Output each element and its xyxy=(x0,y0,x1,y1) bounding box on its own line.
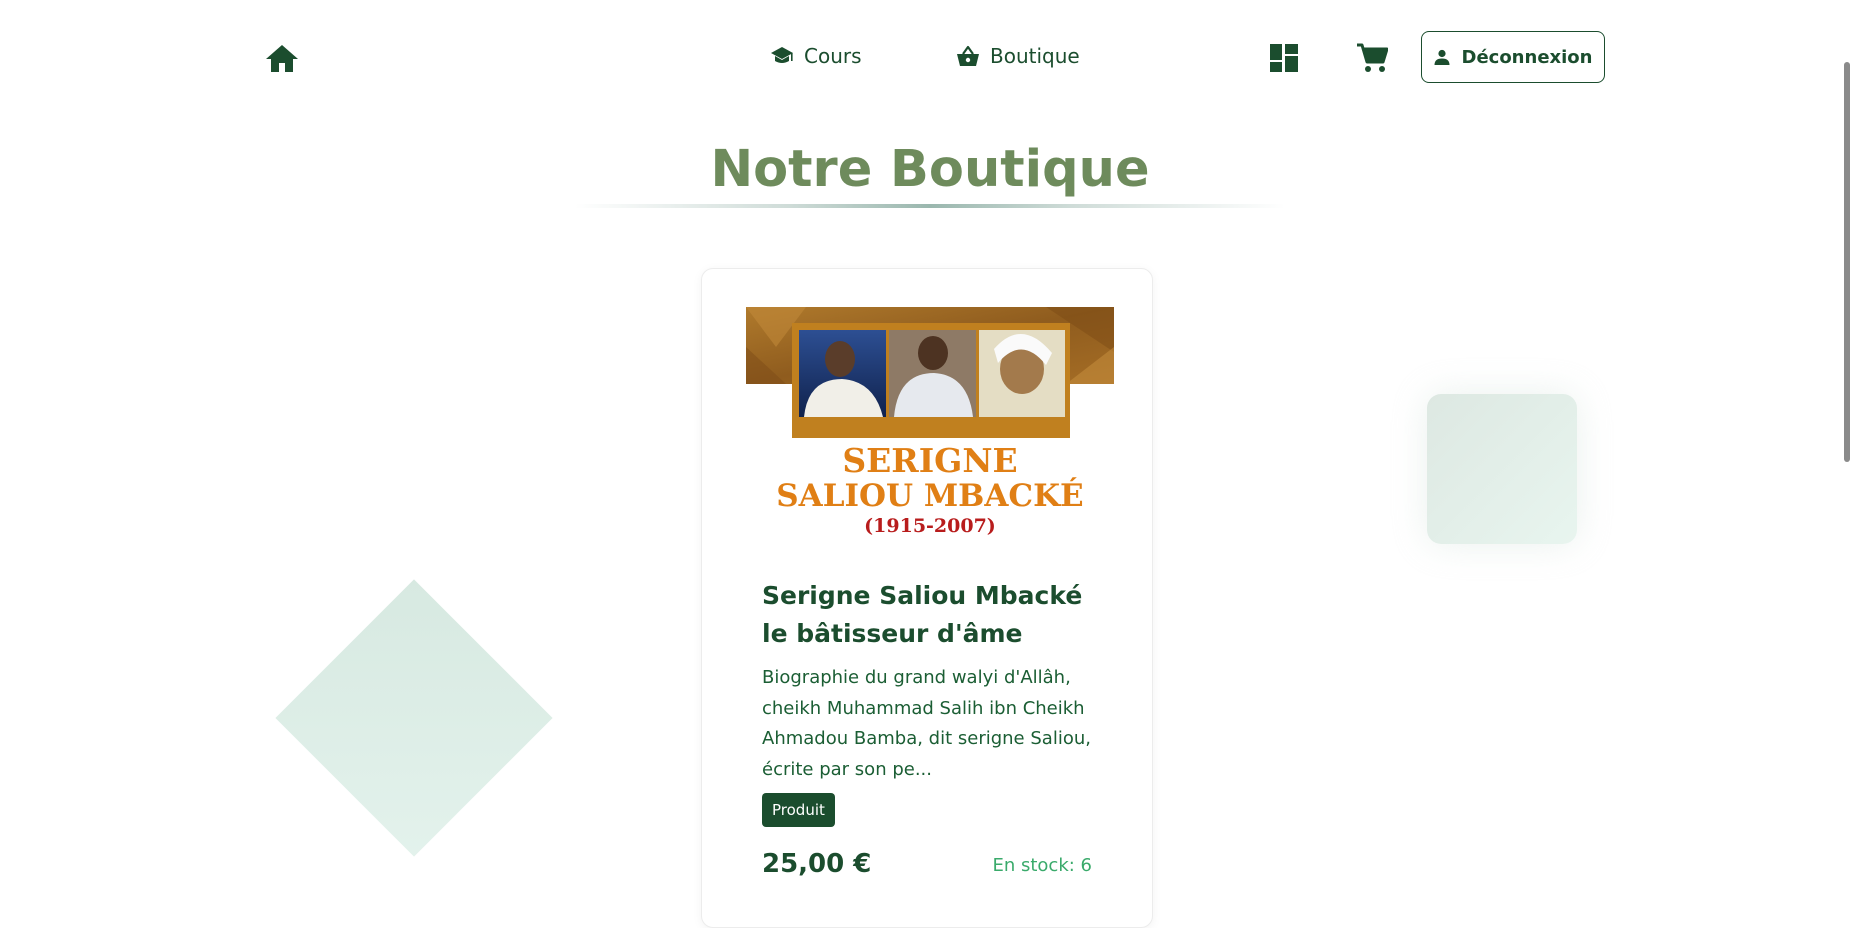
shopping-basket-icon xyxy=(957,45,979,66)
product-description: Biographie du grand walyi d'Allâh, cheik… xyxy=(762,667,1091,780)
logout-button-label: Déconnexion xyxy=(1461,46,1593,68)
person-icon xyxy=(1434,49,1449,65)
stock-status: En stock: 6 xyxy=(992,855,1092,876)
cover-title-line1: SERIGNE xyxy=(842,441,1017,480)
nav-link-cours[interactable]: Cours xyxy=(770,44,862,68)
home-button[interactable] xyxy=(262,38,302,78)
product-cover-image: SERIGNE SALIOU MBACKÉ (1915-2007) xyxy=(746,307,1114,537)
graduation-cap-icon xyxy=(771,47,793,63)
product-type-badge: Produit xyxy=(762,793,835,827)
top-navbar: Cours Boutique Déconnexion xyxy=(0,0,1853,116)
cart-button[interactable] xyxy=(1354,40,1390,76)
scrollbar-thumb[interactable] xyxy=(1844,62,1850,462)
cover-title-line2: SALIOU MBACKÉ xyxy=(776,476,1083,514)
decorative-square xyxy=(1427,394,1577,544)
nav-link-boutique-label: Boutique xyxy=(990,44,1080,68)
nav-link-boutique[interactable]: Boutique xyxy=(956,44,1080,68)
product-price: 25,00 € xyxy=(762,849,872,879)
dashboard-button[interactable] xyxy=(1266,40,1302,76)
logout-button[interactable]: Déconnexion xyxy=(1421,31,1605,83)
product-card[interactable]: SERIGNE SALIOU MBACKÉ (1915-2007) Serign… xyxy=(701,268,1153,928)
dashboard-icon xyxy=(1270,44,1298,72)
home-icon xyxy=(266,45,298,72)
title-underline xyxy=(575,204,1285,208)
page-scrollbar[interactable] xyxy=(1839,0,1853,907)
decorative-diamond xyxy=(275,579,553,857)
shopping-cart-icon xyxy=(1357,43,1388,72)
product-title[interactable]: Serigne Saliou Mbacké le bâtisseur d'âme xyxy=(762,577,1102,653)
nav-link-cours-label: Cours xyxy=(804,44,862,68)
page-title: Notre Boutique xyxy=(710,140,1150,199)
cover-years: (1915-2007) xyxy=(864,515,996,537)
